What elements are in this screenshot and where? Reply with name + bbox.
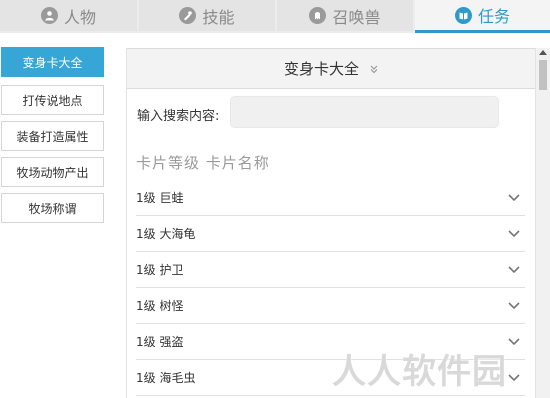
chevron-down-icon [369, 64, 379, 77]
summon-icon [309, 7, 327, 24]
list-item-label: 1级 强盗 [136, 335, 184, 349]
scroll-thumb[interactable] [539, 60, 547, 90]
tab-person[interactable]: 人物 [0, 0, 137, 31]
chevron-down-icon [507, 299, 521, 313]
list-item[interactable]: 1级 巨蛙 [136, 180, 525, 216]
sidebar-item-ranch-titles[interactable]: 牧场称谓 [1, 193, 104, 223]
chevron-down-icon [507, 335, 521, 349]
search-input[interactable] [230, 96, 499, 128]
person-icon [40, 7, 58, 24]
tab-label: 人物 [63, 7, 96, 27]
panel-title: 变身卡大全 [283, 60, 359, 78]
sidebar-item-label: 牧场动物产出 [16, 165, 89, 180]
sidebar-item-transform-cards[interactable]: 变身卡大全 [1, 47, 104, 77]
list-item[interactable]: 1级 树怪 [136, 288, 525, 324]
chevron-down-icon [507, 227, 521, 241]
list-item-label: 1级 大海龟 [136, 227, 196, 241]
tab-skill[interactable]: 技能 [139, 0, 275, 31]
tab-bar: 人物 技能 召唤兽 任务 [0, 0, 550, 33]
sidebar-item-label: 装备打造属性 [16, 129, 89, 144]
column-header: 卡片等级 卡片名称 [136, 154, 270, 172]
sidebar-item-label: 牧场称谓 [28, 201, 77, 216]
list-item-label: 1级 护卫 [136, 263, 184, 277]
sidebar-item-label: 变身卡大全 [22, 55, 83, 70]
list-item-label: 1级 树怪 [136, 299, 184, 313]
tab-label: 召唤兽 [332, 7, 381, 27]
list-item[interactable]: 1级 大海龟 [136, 216, 525, 252]
sidebar-item-equipment-crafting[interactable]: 装备打造属性 [1, 121, 104, 151]
watermark: 人人软件园 [332, 352, 507, 392]
chevron-down-icon [507, 191, 521, 205]
tab-task[interactable]: 任务 [415, 0, 550, 33]
chevron-down-icon [507, 263, 521, 277]
search-label: 输入搜索内容: [137, 109, 220, 124]
book-icon [454, 6, 472, 24]
vertical-scrollbar[interactable] [535, 48, 550, 398]
panel-title-dropdown[interactable]: 变身卡大全 [127, 48, 536, 89]
tab-label: 任务 [477, 7, 510, 26]
sidebar-item-ranch-animals[interactable]: 牧场动物产出 [1, 157, 104, 187]
list-item-label: 1级 巨蛙 [136, 191, 184, 205]
list-item[interactable]: 1级 护卫 [136, 252, 525, 288]
sidebar-item-label: 打传说地点 [22, 93, 83, 108]
tab-summon[interactable]: 召唤兽 [277, 0, 413, 31]
sidebar-item-legend-locations[interactable]: 打传说地点 [1, 85, 104, 115]
tab-label: 技能 [202, 7, 235, 27]
scroll-up-arrow-icon[interactable] [539, 50, 547, 55]
chevron-down-icon [507, 371, 521, 385]
list-item-label: 1级 海毛虫 [136, 371, 196, 385]
skill-icon [179, 7, 197, 24]
